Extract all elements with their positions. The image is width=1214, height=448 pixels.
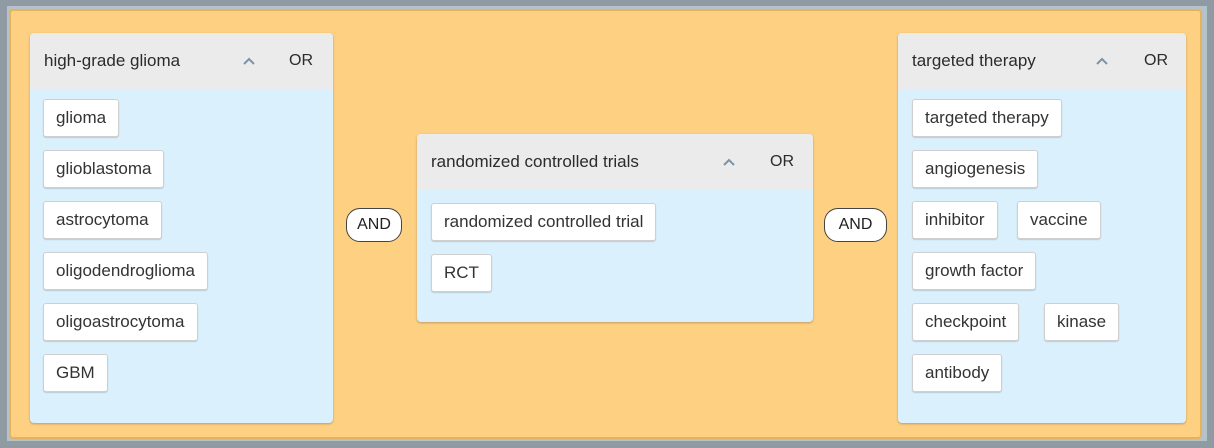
- term-chip[interactable]: oligoastrocytoma: [43, 303, 198, 341]
- chevron-up-icon[interactable]: [721, 154, 737, 170]
- term-chip[interactable]: antibody: [912, 354, 1003, 392]
- group-header[interactable]: high-grade glioma OR: [30, 33, 333, 89]
- concept-group-targeted-therapy: targeted therapy OR targeted therapy ang…: [898, 33, 1186, 423]
- group-title: randomized controlled trials: [431, 152, 639, 171]
- group-title: high-grade glioma: [44, 51, 181, 70]
- term-chip[interactable]: angiogenesis: [912, 150, 1039, 188]
- term-chip[interactable]: growth factor: [912, 252, 1037, 290]
- group-operator[interactable]: OR: [770, 153, 794, 171]
- term-chip[interactable]: kinase: [1044, 303, 1120, 341]
- term-chip[interactable]: inhibitor: [912, 201, 998, 239]
- term-chip[interactable]: astrocytoma: [43, 201, 162, 239]
- term-chip[interactable]: GBM: [43, 354, 108, 392]
- chevron-up-icon[interactable]: [1094, 53, 1110, 69]
- chevron-up-icon[interactable]: [241, 53, 257, 69]
- term-chip[interactable]: vaccine: [1017, 201, 1101, 239]
- and-connector[interactable]: AND: [824, 208, 887, 242]
- term-chip[interactable]: randomized controlled trial: [431, 203, 657, 241]
- concept-group-randomized-controlled-trials: randomized controlled trials OR randomiz…: [417, 134, 813, 322]
- term-chip[interactable]: checkpoint: [912, 303, 1020, 341]
- and-connector[interactable]: AND: [346, 208, 402, 242]
- term-chip[interactable]: glioma: [43, 99, 120, 137]
- group-title: targeted therapy: [912, 51, 1036, 70]
- query-canvas: high-grade glioma OR glioma glioblastoma…: [9, 9, 1202, 439]
- concept-group-high-grade-glioma: high-grade glioma OR glioma glioblastoma…: [30, 33, 333, 423]
- group-operator[interactable]: OR: [1144, 52, 1168, 70]
- group-header[interactable]: targeted therapy OR: [898, 33, 1186, 89]
- term-chip[interactable]: RCT: [431, 254, 492, 292]
- term-chip[interactable]: oligodendroglioma: [43, 252, 208, 290]
- term-chip[interactable]: glioblastoma: [43, 150, 165, 188]
- group-header[interactable]: randomized controlled trials OR: [417, 134, 813, 190]
- term-chip[interactable]: targeted therapy: [912, 99, 1062, 137]
- group-operator[interactable]: OR: [289, 52, 313, 70]
